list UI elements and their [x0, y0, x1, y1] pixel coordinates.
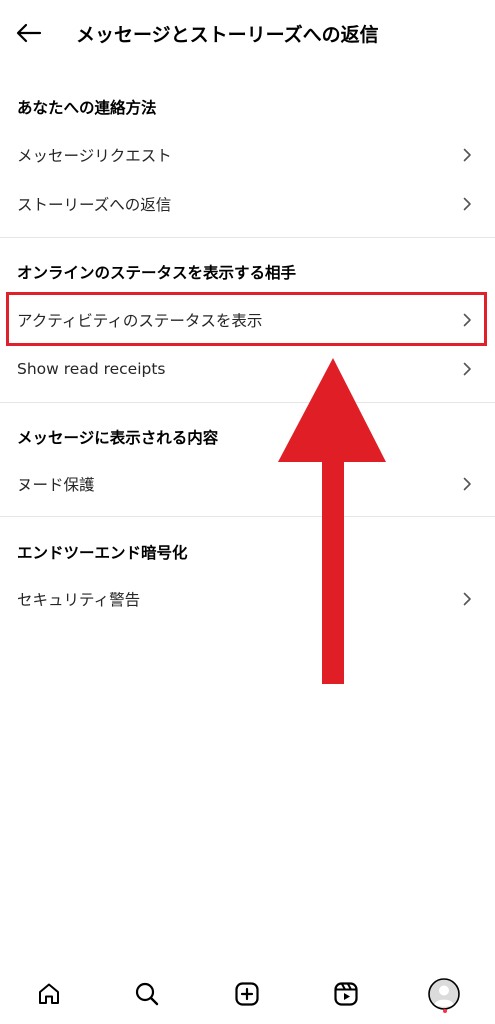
- nav-reels[interactable]: [330, 978, 362, 1010]
- row-nudity-protection[interactable]: ヌード保護: [0, 462, 495, 506]
- search-icon: [135, 982, 159, 1006]
- row-activity-status[interactable]: アクティビティのステータスを表示: [0, 298, 495, 342]
- row-security-alerts[interactable]: セキュリティ警告: [0, 577, 495, 621]
- row-label: Show read receipts: [17, 360, 166, 378]
- divider: [0, 516, 495, 517]
- chevron-right-icon: [461, 148, 473, 162]
- chevron-right-icon: [461, 592, 473, 606]
- create-icon: [235, 982, 259, 1006]
- section-title-message-content: メッセージに表示される内容: [17, 429, 219, 447]
- row-label: ヌード保護: [17, 476, 95, 494]
- home-icon: [39, 983, 59, 1004]
- divider: [0, 402, 495, 403]
- nav-search[interactable]: [131, 978, 163, 1010]
- back-button[interactable]: [14, 18, 44, 48]
- row-message-requests[interactable]: メッセージリクエスト: [0, 133, 495, 177]
- notification-dot: [443, 1009, 447, 1013]
- chevron-right-icon: [461, 477, 473, 491]
- row-label: セキュリティ警告: [17, 591, 141, 609]
- header: メッセージとストーリーズへの返信: [0, 0, 495, 68]
- section-title-contact: あなたへの連絡方法: [17, 99, 157, 117]
- chevron-right-icon: [461, 197, 473, 211]
- bottom-nav: [0, 964, 495, 1024]
- nav-create[interactable]: [231, 978, 263, 1010]
- row-label: メッセージリクエスト: [17, 147, 172, 165]
- section-title-e2e: エンドツーエンド暗号化: [17, 544, 188, 562]
- row-story-replies[interactable]: ストーリーズへの返信: [0, 182, 495, 226]
- chevron-right-icon: [461, 362, 473, 376]
- nav-home[interactable]: [33, 978, 65, 1010]
- page-title: メッセージとストーリーズへの返信: [76, 24, 379, 46]
- divider: [0, 237, 495, 238]
- section-title-online-status: オンラインのステータスを表示する相手: [17, 264, 297, 282]
- row-label: アクティビティのステータスを表示: [17, 312, 263, 330]
- reels-icon: [334, 982, 358, 1006]
- row-read-receipts[interactable]: Show read receipts: [0, 347, 495, 391]
- nav-profile[interactable]: [428, 978, 460, 1010]
- red-arrow-annotation: [278, 358, 386, 684]
- screen: メッセージとストーリーズへの返信 あなたへの連絡方法 メッセージリクエスト スト…: [0, 0, 495, 1024]
- profile-avatar: [428, 978, 460, 1010]
- row-label: ストーリーズへの返信: [17, 196, 172, 214]
- back-arrow-icon: [16, 23, 42, 43]
- chevron-right-icon: [461, 313, 473, 327]
